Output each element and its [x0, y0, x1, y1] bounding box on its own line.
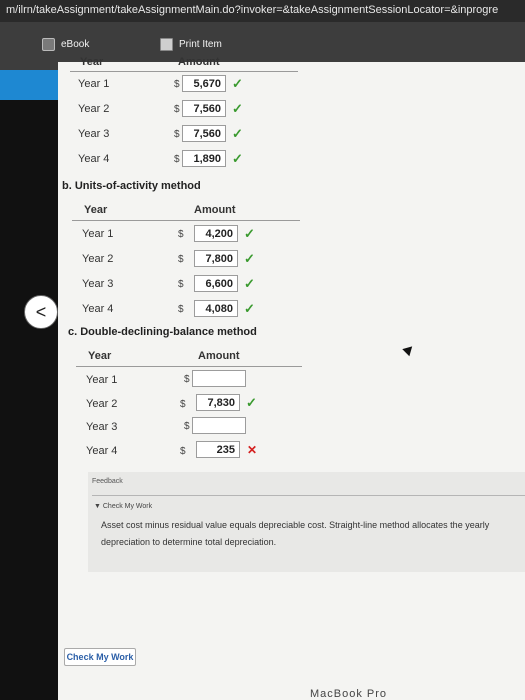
amount-field[interactable]: 7,560 — [182, 125, 226, 142]
incorrect-x-icon: ✕ — [247, 443, 258, 457]
header-year-a: Year — [80, 56, 104, 68]
ebook-label: eBook — [61, 38, 90, 50]
row-year-label: Year 4 — [86, 445, 118, 457]
correct-check-icon: ✓ — [246, 395, 257, 410]
amount-input[interactable] — [192, 417, 246, 434]
book-icon — [42, 37, 55, 51]
previous-button[interactable]: < — [24, 295, 58, 329]
correct-check-icon: ✓ — [232, 126, 243, 141]
amount-field[interactable]: 7,560 — [182, 100, 226, 117]
correct-check-icon: ✓ — [232, 151, 243, 166]
print-item-button[interactable]: Print Item — [160, 32, 222, 56]
check-my-work-button[interactable]: Check My Work — [64, 648, 136, 666]
currency-sign: $ — [178, 254, 184, 265]
header-year-b: Year — [84, 204, 108, 216]
amount-field[interactable]: 6,600 — [194, 275, 238, 292]
row-year-label: Year 1 — [78, 78, 110, 90]
row-year-label: Year 4 — [82, 303, 114, 315]
amount-field[interactable]: 4,200 — [194, 225, 238, 242]
header-amount-a: Amount — [178, 56, 220, 68]
correct-check-icon: ✓ — [232, 76, 243, 91]
printer-icon — [160, 37, 173, 51]
header-amount-c: Amount — [198, 350, 240, 362]
feedback-text: Asset cost minus residual value equals d… — [101, 520, 490, 547]
currency-sign: $ — [178, 279, 184, 290]
correct-check-icon: ✓ — [244, 226, 255, 241]
bezel-label: MacBook Pro — [310, 688, 388, 700]
amount-field[interactable]: 1,890 — [182, 150, 226, 167]
correct-check-icon: ✓ — [232, 101, 243, 116]
amount-input[interactable] — [192, 370, 246, 387]
header-year-c: Year — [88, 350, 112, 362]
feedback-divider — [92, 495, 525, 496]
row-year-label: Year 2 — [78, 103, 110, 115]
currency-sign: $ — [184, 421, 190, 432]
side-panel-tab[interactable] — [0, 70, 58, 100]
print-item-label: Print Item — [179, 38, 222, 50]
check-my-work-toggle[interactable]: ▼ Check My Work — [94, 503, 152, 510]
header-divider-c — [76, 366, 302, 367]
currency-sign: $ — [174, 154, 180, 165]
chevron-left-icon: < — [35, 301, 47, 322]
currency-sign: $ — [174, 104, 180, 115]
header-divider-b — [72, 220, 300, 221]
row-year-label: Year 4 — [78, 153, 110, 165]
currency-sign: $ — [180, 399, 186, 410]
amount-field[interactable]: 7,830 — [196, 394, 240, 411]
row-year-label: Year 2 — [82, 253, 114, 265]
currency-sign: $ — [180, 446, 186, 457]
currency-sign: $ — [174, 129, 180, 140]
correct-check-icon: ✓ — [244, 276, 255, 291]
row-year-label: Year 3 — [78, 128, 110, 140]
header-divider-a — [70, 71, 298, 72]
amount-field[interactable]: 5,670 — [182, 75, 226, 92]
correct-check-icon: ✓ — [244, 301, 255, 316]
correct-check-icon: ✓ — [244, 251, 255, 266]
amount-field[interactable]: 4,080 — [194, 300, 238, 317]
amount-field[interactable]: 235 — [196, 441, 240, 458]
currency-sign: $ — [178, 229, 184, 240]
assignment-content: Year Amount Year 1 $ 5,670 ✓ Year 2 $ 7,… — [58, 56, 525, 700]
browser-url-bar[interactable]: m/ilrn/takeAssignment/takeAssignmentMain… — [0, 0, 525, 22]
currency-sign: $ — [174, 79, 180, 90]
amount-field[interactable]: 7,800 — [194, 250, 238, 267]
currency-sign: $ — [178, 304, 184, 315]
section-title-double-declining: c. Double-declining-balance method — [68, 326, 257, 338]
row-year-label: Year 3 — [82, 278, 114, 290]
row-year-label: Year 1 — [82, 228, 114, 240]
feedback-title: Feedback — [92, 478, 123, 485]
row-year-label: Year 2 — [86, 398, 118, 410]
currency-sign: $ — [184, 374, 190, 385]
row-year-label: Year 1 — [86, 374, 118, 386]
header-amount-b: Amount — [194, 204, 236, 216]
row-year-label: Year 3 — [86, 421, 118, 433]
section-title-units-of-activity: b. Units-of-activity method — [62, 180, 201, 192]
ebook-button[interactable]: eBook — [42, 32, 89, 56]
